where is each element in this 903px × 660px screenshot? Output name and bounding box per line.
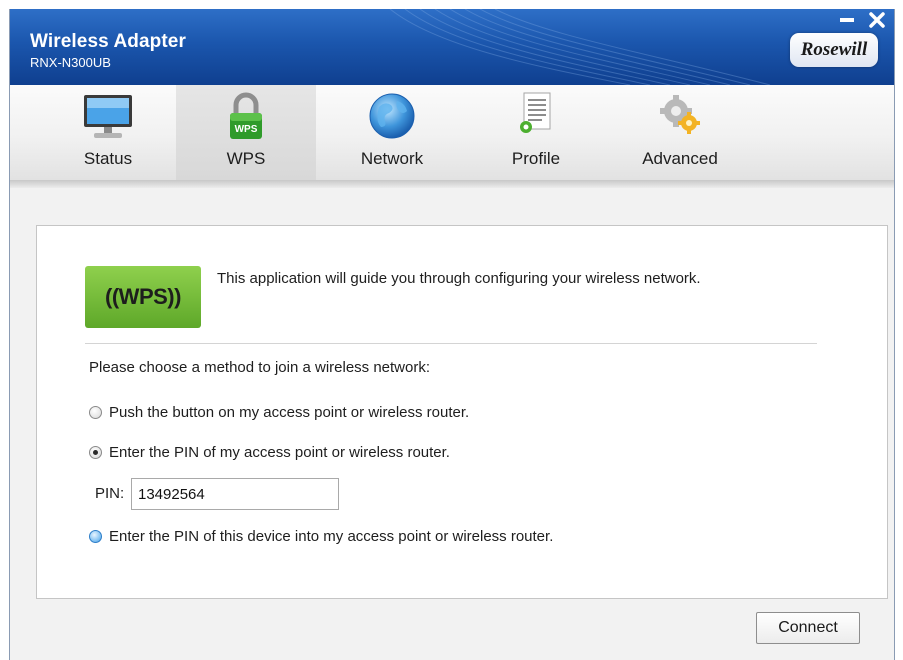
close-button[interactable] bbox=[864, 9, 890, 31]
pin-label: PIN: bbox=[95, 485, 125, 502]
tab-network[interactable]: Network bbox=[322, 85, 462, 180]
option-device-pin[interactable]: Enter the PIN of this device into my acc… bbox=[89, 528, 553, 545]
monitor-icon bbox=[84, 95, 132, 138]
tab-advanced[interactable]: Advanced bbox=[610, 85, 750, 180]
minimize-button[interactable] bbox=[834, 9, 860, 31]
close-icon bbox=[869, 12, 885, 28]
wps-logo: ((WPS)) bbox=[85, 266, 201, 328]
tab-advanced-label: Advanced bbox=[642, 149, 718, 168]
brand-logo: Rosewill bbox=[790, 33, 878, 67]
tab-network-label: Network bbox=[360, 149, 424, 168]
radio-device-pin[interactable] bbox=[89, 530, 102, 543]
wps-panel: ((WPS)) This application will guide you … bbox=[36, 225, 888, 599]
app-subtitle: RNX-N300UB bbox=[30, 55, 111, 70]
title-bar: Wireless Adapter RNX-N300UB Rosewill bbox=[10, 9, 894, 85]
tab-wps[interactable]: WPS WPS bbox=[176, 85, 316, 180]
tab-status-label: Status bbox=[83, 149, 133, 168]
app-title: Wireless Adapter bbox=[30, 31, 186, 52]
gears-icon bbox=[660, 95, 700, 134]
tab-status[interactable]: Status bbox=[38, 85, 178, 180]
option-enter-ap-pin-label: Enter the PIN of my access point or wire… bbox=[109, 444, 450, 461]
option-push-button[interactable]: Push the button on my access point or wi… bbox=[89, 404, 469, 421]
radio-enter-ap-pin[interactable] bbox=[89, 446, 102, 459]
toolbar-shadow bbox=[10, 180, 894, 188]
app-window: Wireless Adapter RNX-N300UB Rosewill Sta… bbox=[9, 9, 895, 660]
profile-document-icon bbox=[520, 92, 551, 133]
option-push-button-label: Push the button on my access point or wi… bbox=[109, 404, 470, 421]
intro-text: This application will guide you through … bbox=[217, 270, 701, 287]
globe-icon bbox=[369, 93, 415, 139]
brand-logo-text: Rosewill bbox=[800, 39, 868, 60]
minimize-icon bbox=[840, 18, 854, 22]
tab-wps-label: WPS bbox=[226, 149, 266, 168]
divider bbox=[85, 343, 817, 344]
option-enter-ap-pin[interactable]: Enter the PIN of my access point or wire… bbox=[89, 444, 450, 461]
wps-logo-text: ((WPS)) bbox=[105, 284, 181, 309]
connect-button[interactable]: Connect bbox=[756, 612, 860, 644]
option-device-pin-label: Enter the PIN of this device into my acc… bbox=[109, 528, 554, 545]
main-toolbar: Status WPS WPS Network Profile Advanced bbox=[10, 85, 894, 181]
pin-input[interactable] bbox=[131, 478, 339, 510]
method-prompt: Please choose a method to join a wireles… bbox=[89, 359, 431, 376]
tab-profile-label: Profile bbox=[511, 149, 561, 168]
tab-profile[interactable]: Profile bbox=[466, 85, 606, 180]
wps-lock-icon: WPS bbox=[230, 92, 262, 139]
svg-text:WPS: WPS bbox=[235, 124, 258, 135]
radio-push-button[interactable] bbox=[89, 406, 102, 419]
